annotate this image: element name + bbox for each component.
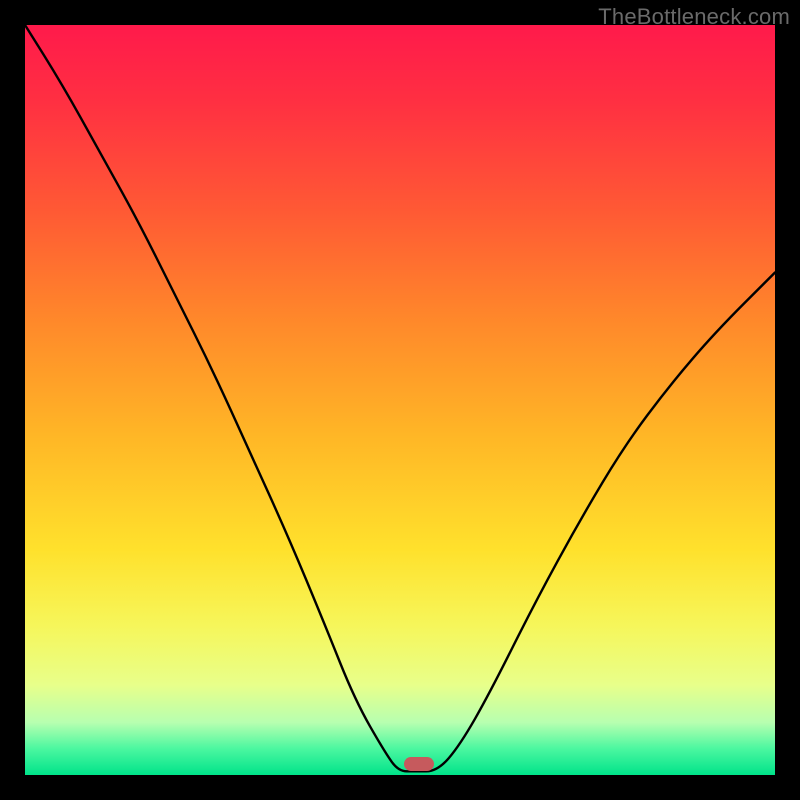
optimal-point-marker [404,757,434,771]
chart-frame: TheBottleneck.com [0,0,800,800]
watermark-text: TheBottleneck.com [598,4,790,30]
plot-area [25,25,775,775]
gradient-background [25,25,775,775]
heat-gradient-rect [25,25,775,775]
